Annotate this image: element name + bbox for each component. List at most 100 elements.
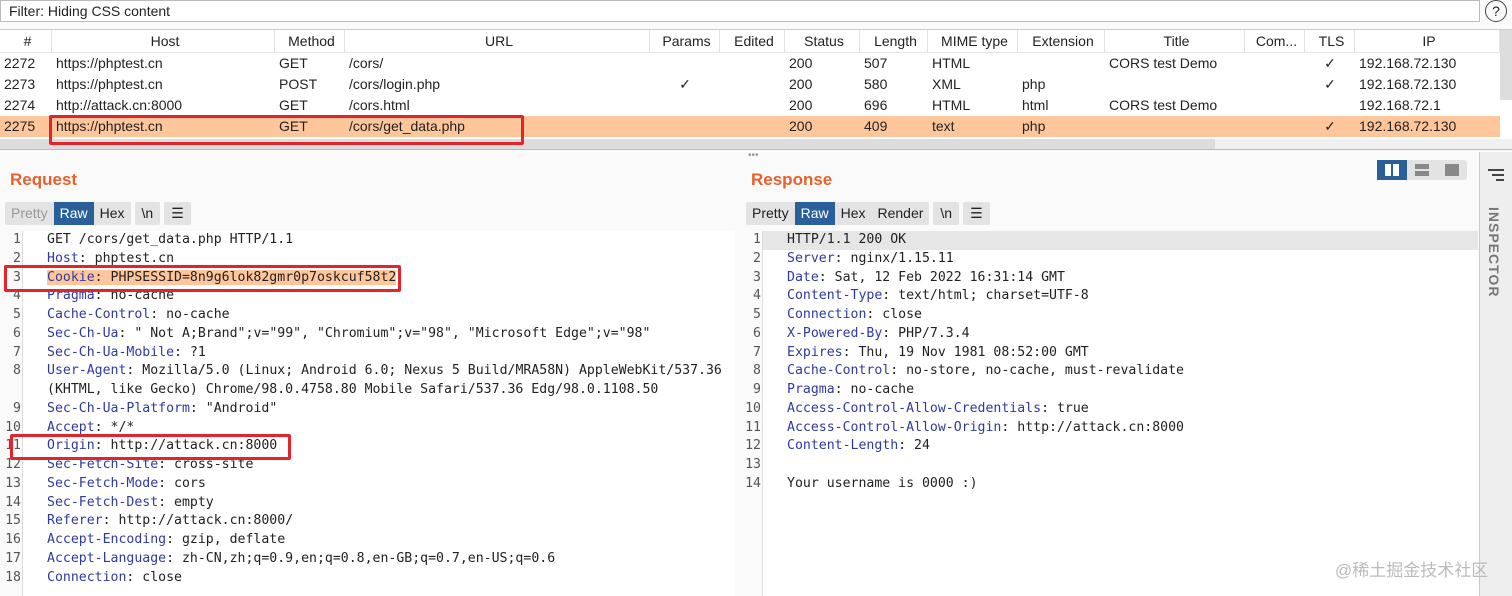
line-number: 17	[5, 550, 21, 566]
inspector-sidebar[interactable]: INSPECTOR	[1479, 152, 1512, 596]
cell-url: /cors.html	[349, 97, 410, 113]
column-header[interactable]: Com...	[1245, 30, 1305, 52]
column-header[interactable]: Title	[1105, 30, 1245, 52]
request-tab-pretty[interactable]: Pretty	[5, 202, 54, 225]
column-header[interactable]: Extension	[1018, 30, 1105, 52]
annotation-box-origin	[10, 434, 291, 460]
cell-ip: 192.168.72.130	[1359, 55, 1457, 71]
cell-status: 200	[789, 76, 813, 92]
column-header[interactable]: #	[0, 30, 52, 52]
line-number: 3	[753, 269, 761, 285]
request-tab-hex[interactable]: Hex	[94, 202, 131, 225]
cell-mime: HTML	[932, 55, 971, 71]
annotation-box-cookie	[4, 265, 401, 292]
column-header[interactable]: Status	[785, 30, 860, 52]
cell-method: POST	[279, 76, 318, 92]
column-header[interactable]: URL	[345, 30, 650, 52]
header-value: : close	[126, 569, 182, 585]
cell-ext: php	[1022, 76, 1046, 92]
vertical-scrollbar[interactable]	[1500, 30, 1512, 100]
code-line: 9 Sec-Ch-Ua-Platform: "Android"	[13, 400, 735, 419]
cell-id: 2274	[4, 97, 36, 113]
code-line: 18 Connection: close	[5, 569, 735, 588]
column-header[interactable]: Length	[860, 30, 928, 52]
code-line: 5 Connection: close	[753, 306, 1478, 325]
cell-ip: 192.168.72.130	[1359, 118, 1457, 134]
table-header: # Host Method URL Params Edited Status Length MI…	[0, 30, 1500, 53]
header-name: Access-Control-Allow-Origin	[787, 419, 1002, 435]
table-row[interactable]: 2272 https://phptest.cn GET/cors/200 507 HTM…	[0, 53, 1500, 74]
line-number: 11	[745, 419, 761, 435]
filter-bar[interactable]: Filter: Hiding CSS content	[0, 0, 1480, 22]
response-tab-raw[interactable]: Raw	[794, 202, 835, 225]
pane-splitter-handle[interactable]: •••	[748, 150, 759, 161]
code-line: 7 Sec-Ch-Ua-Mobile: ?1	[13, 344, 735, 363]
split-horizontal-icon[interactable]	[1377, 160, 1407, 180]
cell-id: 2275	[4, 118, 36, 134]
request-newline-toggle[interactable]: \n	[134, 202, 161, 225]
cell-url: /cors/login.php	[349, 76, 441, 92]
header-value: : 24	[898, 438, 930, 454]
cell-status: 200	[789, 55, 813, 71]
response-tab-hex[interactable]: Hex	[835, 202, 872, 225]
single-pane-icon[interactable]	[1437, 160, 1467, 180]
cell-status: 200	[789, 118, 813, 134]
response-toolbar: Pretty Raw Hex Render \n ☰	[746, 202, 990, 225]
line-number: 7	[13, 344, 21, 360]
response-newline-toggle[interactable]: \n	[933, 202, 960, 225]
request-toolbar: Pretty Raw Hex \n ☰	[5, 202, 191, 225]
header-value: : "Android"	[189, 400, 278, 416]
line-number: 8	[753, 363, 761, 379]
header-value: : ?1	[174, 344, 206, 360]
column-header[interactable]: MIME type	[928, 30, 1018, 52]
column-header[interactable]: Edited	[720, 30, 785, 52]
cell-length: 409	[864, 118, 888, 134]
code-line: 11 Access-Control-Allow-Origin: http://at…	[745, 419, 1478, 438]
column-header[interactable]: TLS	[1305, 30, 1355, 52]
line-number: 1	[753, 232, 761, 247]
header-value: : zh-CN,zh;q=0.9,en;q=0.8,en-GB;q=0.7,en…	[166, 550, 556, 566]
cell-mime: text	[932, 118, 955, 134]
filter-text: Filter: Hiding CSS content	[9, 3, 171, 19]
cell-com	[1245, 116, 1305, 137]
header-value: : phptest.cn	[78, 250, 175, 266]
line-number: 12	[745, 438, 761, 454]
code-line: 8 User-Agent: Mozilla/5.0 (Linux; Android…	[13, 362, 735, 381]
column-header[interactable]: Params	[650, 30, 720, 52]
header-name: Sec-Ch-Ua-Platform	[47, 400, 190, 416]
response-tab-render[interactable]: Render	[872, 202, 930, 225]
line-number: 9	[753, 382, 761, 397]
cell-method: GET	[279, 55, 308, 71]
header-value: : http://attack.cn:8000	[1001, 419, 1184, 435]
request-tab-raw[interactable]: Raw	[53, 202, 94, 225]
response-editor[interactable]: 1 HTTP/1.1 200 OK 2 Server: nginx/1.15.11 3 D…	[745, 231, 1478, 596]
response-menu-icon[interactable]: ☰	[963, 202, 990, 225]
column-header[interactable]: IP	[1355, 30, 1500, 52]
line-number: 8	[13, 363, 21, 379]
header-value: : gzip, deflate	[166, 532, 286, 547]
request-menu-icon[interactable]: ☰	[164, 202, 191, 225]
cell-com	[1245, 95, 1305, 116]
line-number: 15	[5, 513, 21, 529]
header-name: Content-Type	[787, 288, 883, 304]
column-header[interactable]: Method	[275, 30, 345, 52]
response-tab-pretty[interactable]: Pretty	[746, 202, 795, 225]
header-value: (KHTML, like Gecko) Chrome/98.0.4758.80 …	[47, 382, 659, 397]
code-line: 6 X-Powered-By: PHP/7.3.4	[753, 325, 1478, 344]
help-icon[interactable]: ?	[1485, 0, 1507, 22]
code-line: 14 Sec-Fetch-Dest: empty	[5, 494, 735, 513]
split-vertical-icon[interactable]	[1407, 160, 1437, 180]
table-row[interactable]: 2273 https://phptest.cn POST/cors/login.ph…	[0, 74, 1500, 95]
cell-mime: HTML	[932, 97, 971, 113]
cell-host: http://attack.cn:8000	[56, 97, 183, 113]
header-value: : close	[866, 307, 922, 322]
header-name: Expires	[787, 344, 843, 360]
column-header[interactable]: Host	[52, 30, 275, 52]
inspector-menu-icon[interactable]	[1488, 168, 1504, 185]
response-title: Response	[751, 170, 833, 189]
code-line: (KHTML, like Gecko) Chrome/98.0.4758.80 …	[23, 381, 735, 400]
table-row[interactable]: 2274 http://attack.cn:8000 GET/cors.html 20…	[0, 95, 1500, 116]
header-name: Server	[787, 250, 835, 266]
cell-id: 2272	[4, 55, 36, 71]
line-number: 4	[753, 288, 761, 304]
